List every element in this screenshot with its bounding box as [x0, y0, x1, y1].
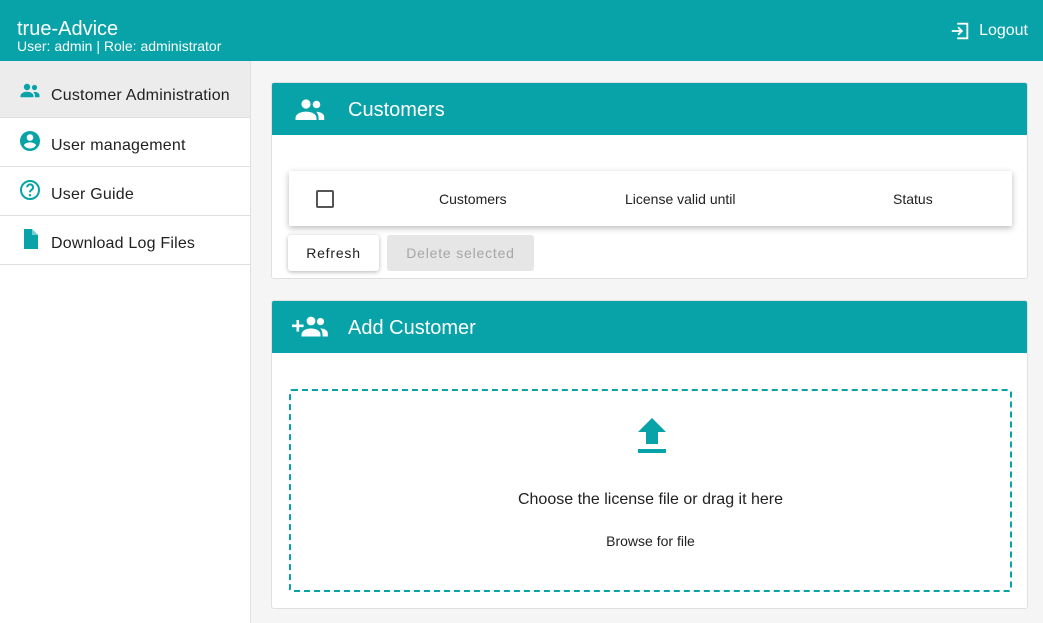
logout-icon — [951, 22, 969, 40]
app-title: true-Advice — [17, 18, 119, 40]
add-customer-card: Add Customer Choose the license file or … — [271, 300, 1028, 609]
delete-selected-button: Delete selected — [387, 235, 534, 271]
file-icon — [18, 227, 42, 251]
sidebar: Customer Administration User management … — [0, 61, 251, 623]
customers-table: Customers License valid until Status — [289, 171, 1012, 226]
group-icon — [18, 79, 42, 103]
refresh-button[interactable]: Refresh — [288, 235, 379, 271]
sidebar-item-user-management[interactable]: User management — [0, 118, 250, 167]
sidebar-item-user-guide[interactable]: User Guide — [0, 167, 250, 216]
user-role-info: User: admin | Role: administrator — [17, 38, 222, 54]
sidebar-item-customer-administration[interactable]: Customer Administration — [0, 61, 250, 118]
browse-file-link-wrap: Browse for file — [291, 533, 1010, 549]
sidebar-item-label: User management — [51, 137, 186, 154]
dropzone-instructions: Choose the license file or drag it here — [517, 491, 784, 508]
logout-button[interactable]: Logout — [949, 19, 1028, 43]
help-circle-icon — [18, 178, 42, 202]
customers-card-title: Customers — [348, 99, 445, 121]
browse-file-link[interactable]: Browse for file — [606, 533, 695, 549]
select-all-checkbox[interactable] — [316, 190, 334, 208]
logout-label: Logout — [979, 22, 1028, 39]
account-circle-icon — [18, 129, 42, 153]
license-file-dropzone[interactable]: Choose the license file or drag it here … — [289, 389, 1012, 592]
group-add-icon — [292, 313, 328, 341]
column-header-license-valid-until[interactable]: License valid until — [625, 191, 736, 207]
customers-card-header: Customers — [272, 83, 1027, 135]
upload-icon — [634, 416, 670, 456]
sidebar-item-label: Download Log Files — [51, 235, 196, 252]
add-customer-card-title: Add Customer — [348, 317, 476, 339]
sidebar-item-label: User Guide — [51, 186, 134, 203]
group-icon — [292, 95, 328, 123]
sidebar-item-download-log-files[interactable]: Download Log Files — [0, 216, 250, 265]
column-header-status[interactable]: Status — [893, 191, 933, 207]
top-app-bar: true-Advice User: admin | Role: administ… — [0, 0, 1043, 61]
customers-card: Customers Customers License valid until … — [271, 82, 1028, 279]
column-header-customers[interactable]: Customers — [439, 191, 507, 207]
add-customer-card-header: Add Customer — [272, 301, 1027, 353]
sidebar-item-label: Customer Administration — [51, 87, 230, 104]
